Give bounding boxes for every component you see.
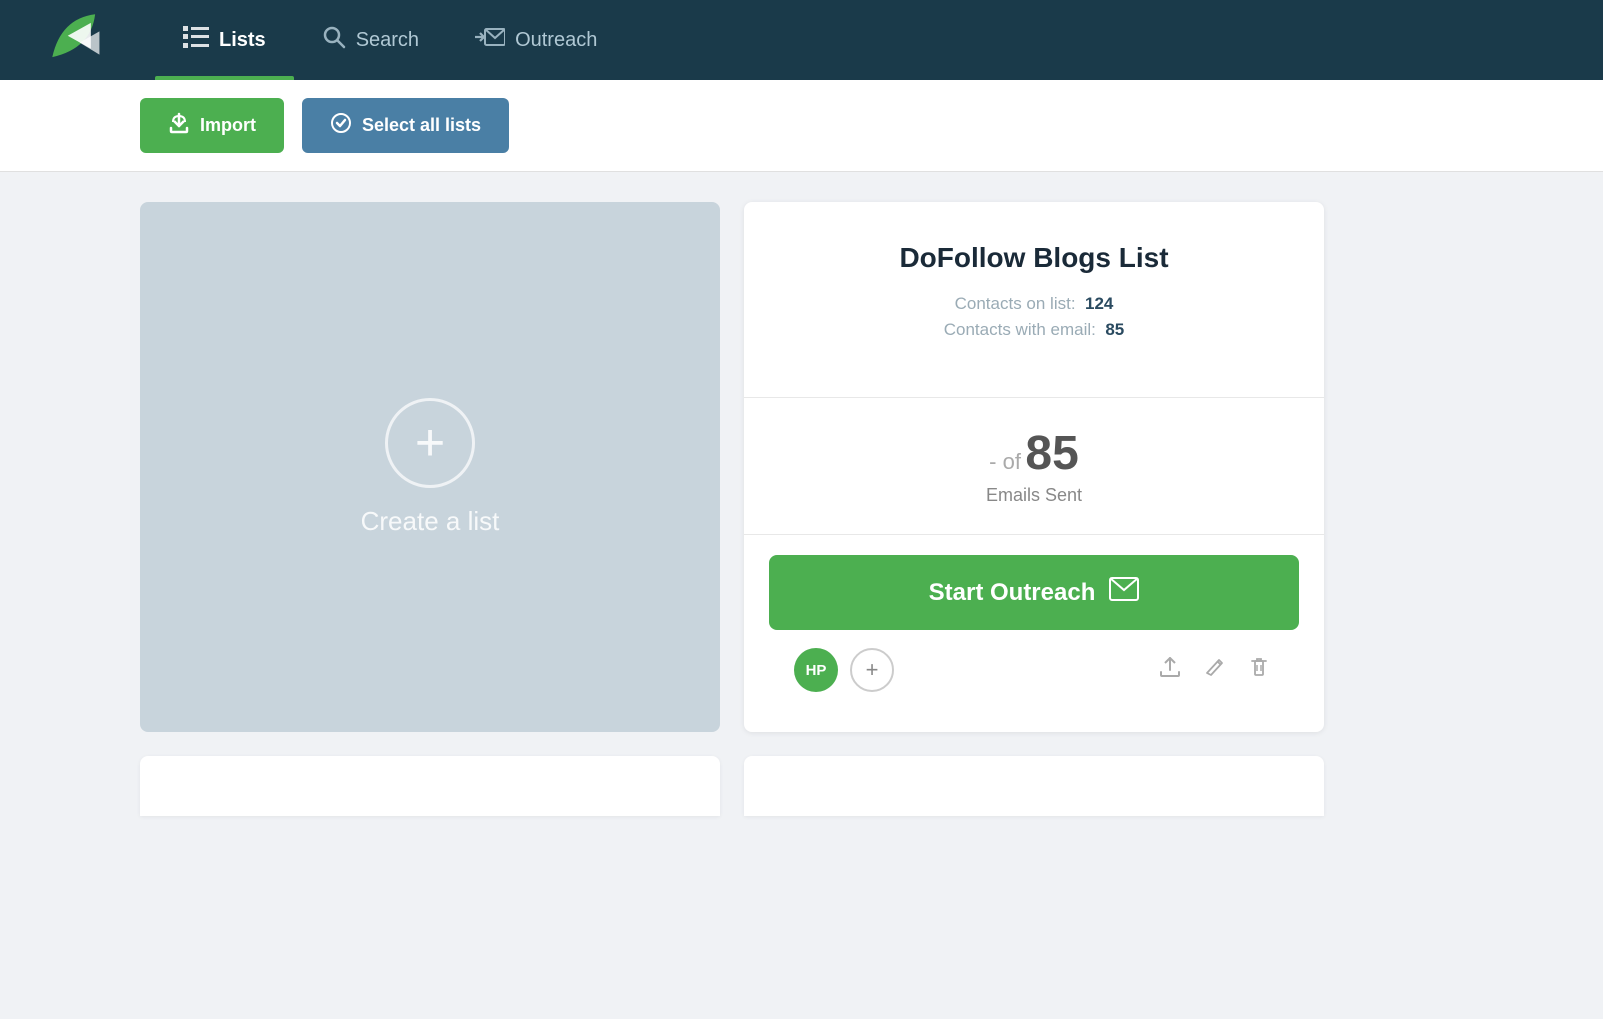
card-top: DoFollow Blogs List Contacts on list: 12… (744, 202, 1324, 398)
nav-item-outreach[interactable]: Outreach (447, 0, 625, 80)
plus-icon: + (415, 417, 445, 469)
footer-right (1154, 651, 1274, 689)
search-icon (322, 25, 346, 55)
contacts-with-email-value: 85 (1105, 320, 1124, 339)
plus-circle: + (385, 398, 475, 488)
start-outreach-label: Start Outreach (929, 579, 1096, 607)
nav-lists-label: Lists (219, 29, 266, 52)
create-list-card[interactable]: + Create a list (140, 202, 720, 732)
import-icon (168, 112, 190, 139)
toolbar: Import Select all lists (0, 80, 1603, 172)
create-list-label: Create a list (361, 506, 500, 537)
nav-outreach-label: Outreach (515, 29, 597, 52)
upload-icon-button[interactable] (1154, 651, 1186, 689)
avatar[interactable]: HP (794, 648, 838, 692)
delete-icon (1248, 656, 1270, 678)
contacts-on-list-value: 124 (1085, 294, 1113, 313)
card-actions: Start Outreach HP + (744, 535, 1324, 732)
emails-sent-label: Emails Sent (774, 485, 1294, 506)
contacts-on-list-label: Contacts on list: (955, 294, 1076, 313)
emails-sent-count: 85 (1025, 427, 1078, 480)
emails-sent-prefix: - of (989, 449, 1021, 474)
import-label: Import (200, 115, 256, 136)
select-all-label: Select all lists (362, 115, 481, 136)
nav-search-label: Search (356, 29, 419, 52)
footer-left: HP + (794, 648, 894, 692)
emails-sent-section: - of 85 Emails Sent (744, 398, 1324, 535)
list-detail-card: DoFollow Blogs List Contacts on list: 12… (744, 202, 1324, 732)
contacts-with-email-label: Contacts with email: (944, 320, 1096, 339)
upload-icon (1158, 655, 1182, 679)
start-outreach-button[interactable]: Start Outreach (769, 555, 1299, 630)
contacts-on-list-stat: Contacts on list: 124 (774, 294, 1294, 314)
main-content: + Create a list DoFollow Blogs List Cont… (0, 172, 1603, 846)
emails-sent-display: - of 85 (774, 426, 1294, 481)
logo-icon (43, 10, 113, 70)
card-title: DoFollow Blogs List (774, 242, 1294, 274)
edit-icon-button[interactable] (1200, 652, 1230, 688)
outreach-icon (475, 26, 505, 54)
delete-icon-button[interactable] (1244, 652, 1274, 688)
lists-icon (183, 26, 209, 54)
edit-icon (1204, 656, 1226, 678)
contacts-with-email-stat: Contacts with email: 85 (774, 320, 1294, 340)
select-all-icon (330, 112, 352, 139)
logo-area (0, 0, 155, 80)
avatar-initials: HP (806, 662, 827, 679)
nav-item-lists[interactable]: Lists (155, 0, 294, 80)
partial-card-left (140, 756, 720, 816)
add-person-button[interactable]: + (850, 648, 894, 692)
header: Lists Search (0, 0, 1603, 80)
partial-card-right (744, 756, 1324, 816)
nav-item-search[interactable]: Search (294, 0, 447, 80)
select-all-button[interactable]: Select all lists (302, 98, 509, 153)
import-button[interactable]: Import (140, 98, 284, 153)
main-nav: Lists Search (155, 0, 1603, 80)
start-outreach-email-icon (1109, 577, 1139, 608)
add-person-icon: + (866, 657, 879, 683)
card-footer: HP + (769, 648, 1299, 712)
